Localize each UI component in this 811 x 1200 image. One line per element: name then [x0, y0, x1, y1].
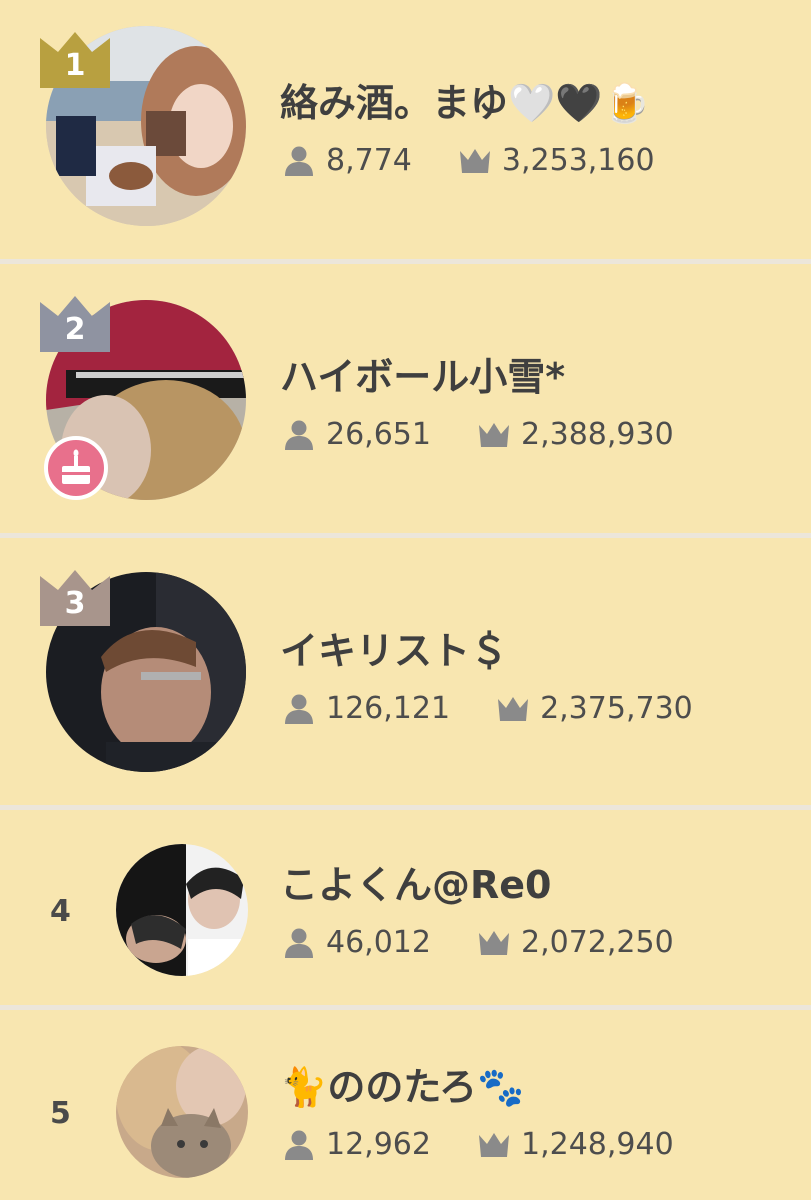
rank-crown-bronze: 3 — [38, 568, 112, 628]
rank-number: 3 — [64, 586, 86, 621]
rank-crown-silver: 2 — [38, 294, 112, 354]
person-icon — [282, 691, 316, 725]
crown-icon — [477, 1127, 511, 1161]
person-icon — [282, 143, 316, 177]
username[interactable]: 🐈ののたろ🐾 — [280, 1056, 524, 1111]
crown-icon — [477, 925, 511, 959]
username[interactable]: ハイボール小雪* — [280, 346, 565, 401]
ranking-row-5[interactable]: 5 🐈ののたろ🐾 12,962 1,248,940 — [0, 1010, 811, 1200]
user-stats: 12,962 1,248,940 — [282, 1124, 674, 1164]
user-stats: 46,012 2,072,250 — [282, 922, 674, 962]
score-count: 1,248,940 — [520, 1126, 674, 1162]
ranking-row-2[interactable]: 2 ハイボール小雪* 26,651 2,388,930 — [0, 264, 811, 538]
rank-number: 2 — [64, 312, 86, 347]
username[interactable]: こよくん@Re0 — [280, 854, 551, 909]
person-icon — [282, 925, 316, 959]
person-icon — [282, 1127, 316, 1161]
score-count: 2,072,250 — [520, 924, 674, 960]
username[interactable]: イキリスト＄ — [280, 620, 508, 675]
username[interactable]: 絡み酒。まゆ🤍🖤🍺 — [280, 72, 650, 127]
score-count: 3,253,160 — [501, 142, 655, 178]
follower-count: 26,651 — [326, 416, 431, 452]
crown-icon — [477, 417, 511, 451]
ranking-row-4[interactable]: 4 こよくん@Re0 46,012 2,072,250 — [0, 810, 811, 1010]
rank-crown-gold: 1 — [38, 30, 112, 90]
rank-number: 5 — [50, 1096, 71, 1131]
person-icon — [282, 417, 316, 451]
ranking-row-1[interactable]: 1 絡み酒。まゆ🤍🖤🍺 8,774 3,253,160 — [0, 0, 811, 264]
ranking-row-3[interactable]: 3 イキリスト＄ 126,121 2,375,730 — [0, 538, 811, 810]
user-stats: 8,774 3,253,160 — [282, 140, 655, 180]
user-avatar[interactable] — [116, 844, 248, 976]
follower-count: 8,774 — [326, 142, 412, 178]
user-stats: 26,651 2,388,930 — [282, 414, 674, 454]
user-stats: 126,121 2,375,730 — [282, 688, 693, 728]
follower-count: 12,962 — [326, 1126, 431, 1162]
ranking-list: 1 絡み酒。まゆ🤍🖤🍺 8,774 3,253,160 2 ハイボール小雪* 2… — [0, 0, 811, 1200]
rank-number: 1 — [64, 48, 86, 83]
follower-count: 46,012 — [326, 924, 431, 960]
rank-number: 4 — [50, 894, 71, 929]
user-avatar[interactable] — [116, 1046, 248, 1178]
crown-icon — [496, 691, 530, 725]
score-count: 2,375,730 — [540, 690, 693, 726]
follower-count: 126,121 — [326, 690, 451, 726]
crown-icon — [458, 143, 492, 177]
score-count: 2,388,930 — [520, 416, 674, 452]
birthday-badge — [44, 436, 108, 500]
